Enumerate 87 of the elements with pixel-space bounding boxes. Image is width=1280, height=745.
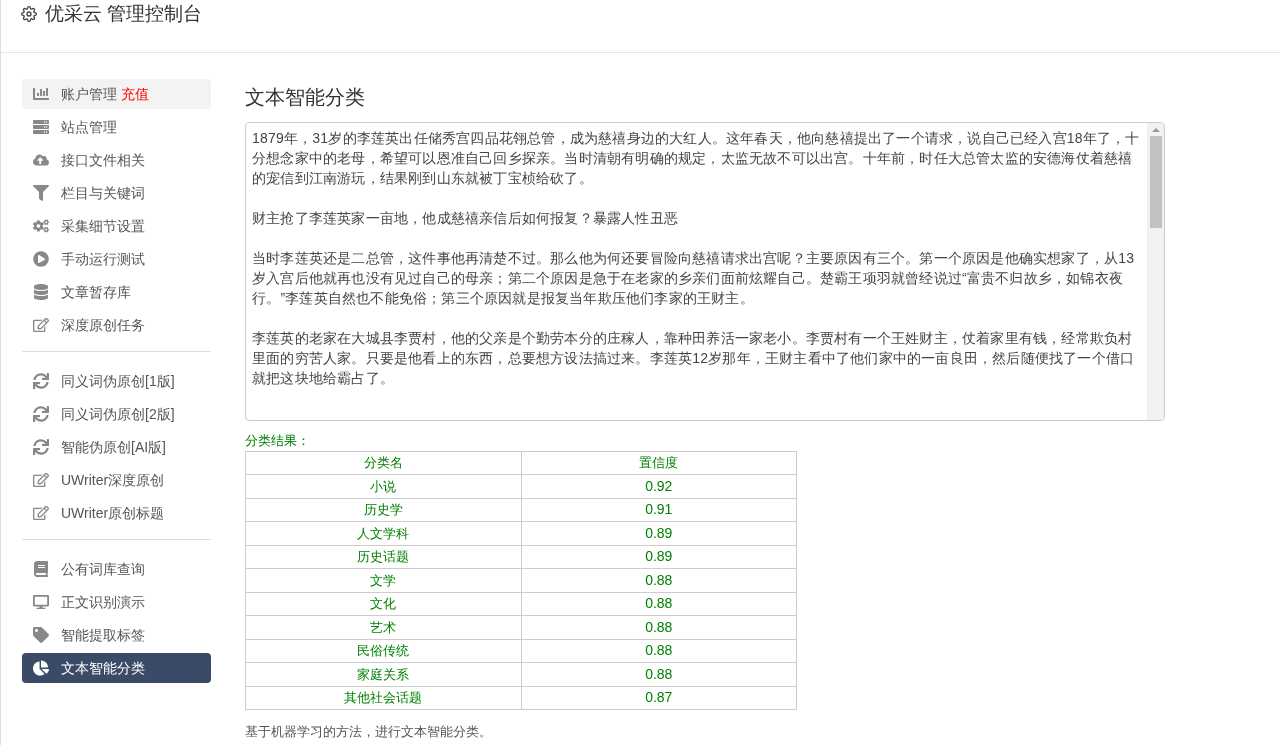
table-cell: 其他社会话题 xyxy=(245,686,521,710)
table-cell: 0.89 xyxy=(521,545,797,569)
sidebar-item-label: UWriter深度原创 xyxy=(61,470,165,490)
settings-icon xyxy=(21,6,37,22)
article-paragraph: 财主抢了李莲英家一亩地，他成慈禧亲信后如何报复？暴露人性丑恶 xyxy=(252,209,679,228)
column-header: 分类名 xyxy=(245,451,521,475)
table-cell: 历史学 xyxy=(245,498,521,522)
pie-chart-icon xyxy=(33,660,49,676)
description-text: 基于机器学习的方法，进行文本智能分类。 xyxy=(245,723,493,741)
sidebar-item[interactable]: 智能提取标签 xyxy=(22,620,211,650)
sidebar-item[interactable]: 同义词伪原创[1版] xyxy=(22,366,211,396)
sidebar-item[interactable]: 站点管理 xyxy=(22,112,211,142)
filter-icon xyxy=(33,185,49,201)
scrollbar-thumb[interactable] xyxy=(1149,136,1162,228)
table-cell: 0.88 xyxy=(521,662,797,686)
sidebar-item-label: 采集细节设置 xyxy=(61,216,145,236)
page-title: 文本智能分类 xyxy=(245,85,366,110)
text-area[interactable] xyxy=(245,122,1165,421)
sidebar-item[interactable]: 手动运行测试 xyxy=(22,244,211,274)
scrollbar[interactable] xyxy=(1147,123,1164,420)
sidebar-item-label: 智能提取标签 xyxy=(61,625,145,645)
refresh-icon xyxy=(33,373,49,389)
sidebar-item-label: 账户管理 xyxy=(61,84,117,104)
app-title: 优采云 管理控制台 xyxy=(45,3,203,25)
refresh-icon xyxy=(33,439,49,455)
table-cell: 小说 xyxy=(245,474,521,498)
sidebar-item-label: 文本智能分类 xyxy=(61,658,145,678)
sidebar-item-label: 同义词伪原创[1版] xyxy=(61,371,175,391)
sidebar-item-label: UWriter原创标题 xyxy=(61,503,165,523)
server-icon xyxy=(33,119,49,135)
sidebar-item[interactable]: 同义词伪原创[2版] xyxy=(22,399,211,429)
tag-icon xyxy=(33,627,49,643)
sidebar-item-label: 文章暂存库 xyxy=(61,282,131,302)
sidebar-item-label: 正文识别演示 xyxy=(61,592,145,612)
table-cell: 0.87 xyxy=(521,686,797,710)
sidebar-item[interactable]: UWriter深度原创 xyxy=(22,465,211,495)
result-label: 分类结果： xyxy=(245,432,311,450)
table-cell: 0.89 xyxy=(521,521,797,545)
table-cell: 0.88 xyxy=(521,615,797,639)
recharge-link[interactable]: 充值 xyxy=(121,83,149,105)
sidebar-item-label: 接口文件相关 xyxy=(61,150,145,170)
edit-icon xyxy=(33,505,49,521)
book-icon xyxy=(33,561,49,577)
table-cell: 0.88 xyxy=(521,568,797,592)
sidebar-item-label: 智能伪原创[AI版] xyxy=(61,437,166,457)
table-cell: 0.88 xyxy=(521,639,797,663)
sidebar-item[interactable]: 公有词库查询 xyxy=(22,554,211,584)
sidebar-item-label: 同义词伪原创[2版] xyxy=(61,404,175,424)
edit-icon xyxy=(33,472,49,488)
sidebar-item[interactable]: 智能伪原创[AI版] xyxy=(22,432,211,462)
sidebar-item[interactable]: 接口文件相关 xyxy=(22,145,211,175)
play-icon xyxy=(33,251,49,267)
table-cell: 文化 xyxy=(245,592,521,616)
sidebar-item-label: 手动运行测试 xyxy=(61,249,145,269)
sidebar-item[interactable]: 栏目与关键词 xyxy=(22,178,211,208)
table-cell: 民俗传统 xyxy=(245,639,521,663)
table-cell: 历史话题 xyxy=(245,545,521,569)
table-cell: 0.88 xyxy=(521,592,797,616)
gears-icon xyxy=(33,218,49,234)
column-header: 置信度 xyxy=(521,451,797,475)
database-icon xyxy=(33,284,49,300)
table-cell: 家庭关系 xyxy=(245,662,521,686)
sidebar-item[interactable]: 采集细节设置 xyxy=(22,211,211,241)
sidebar-item[interactable]: 文章暂存库 xyxy=(22,277,211,307)
table-cell: 0.92 xyxy=(521,474,797,498)
refresh-icon xyxy=(33,406,49,422)
table-cell: 0.91 xyxy=(521,498,797,522)
bar-chart-icon xyxy=(33,86,49,102)
article-paragraph: 当时李莲英还是二总管，这件事他再清楚不过。那么他为何还要冒险向慈禧请求出宫呢？主要原因有三个。第一个原因是他确实想家了，从13岁入宫后他就再也没有见过自己的母亲；第二个原因是急于在老家的乡亲们面前炫耀自己。楚霸王项羽就曾经说过“富贵不归故乡，如锦衣夜行。”李莲英自然也不能免俗；第三个原因就是报复当年欺压他们李家的王财主。 xyxy=(252,249,1136,308)
sidebar-item[interactable]: 正文识别演示 xyxy=(22,587,211,617)
sidebar-item-label: 公有词库查询 xyxy=(61,559,145,579)
sidebar-item[interactable]: 账户管理 充值 xyxy=(22,79,211,109)
sidebar-item[interactable]: UWriter原创标题 xyxy=(22,498,211,528)
sidebar-item-label: 站点管理 xyxy=(61,117,117,137)
edit-icon xyxy=(33,317,49,333)
sidebar-item[interactable]: 文本智能分类 xyxy=(22,653,211,683)
monitor-icon xyxy=(33,594,49,610)
table-cell: 人文学科 xyxy=(245,521,521,545)
scroll-up-arrow-icon[interactable] xyxy=(1151,128,1160,132)
article-paragraph: 1879年，31岁的李莲英出任储秀宫四品花翎总管，成为慈禧身边的大红人。这年春天，他向慈禧提出了一个请求，说自己已经入宫18年了，十分想念家中的老母，希望可以恩准自己回乡探亲。当时清朝有明确的规定，太监无故不可以出宫。十年前，时任大总管太监的安德海仗着慈禧的宠信到江南游玩，结果刚到山东就被丁宝桢给砍了。 xyxy=(252,129,1141,188)
sidebar-item-label: 栏目与关键词 xyxy=(61,183,145,203)
article-paragraph: 李莲英的老家在大城县李贾村，他的父亲是个勤劳本分的庄稼人，靠种田养活一家老小。李贾村有一个王姓财主，仗着家里有钱，经常欺负村里面的穷苦人家。只要是他看上的东西，总要想方设法搞过来。李莲英12岁那年，王财主看中了他们家中的一亩良田，然后随便找了一个借口就把这块地给霸占了。 xyxy=(252,329,1136,388)
cloud-upload-icon xyxy=(33,152,49,168)
sidebar-item-label: 深度原创任务 xyxy=(61,315,145,335)
table-cell: 艺术 xyxy=(245,615,521,639)
sidebar-item[interactable]: 深度原创任务 xyxy=(22,310,211,340)
table-cell: 文学 xyxy=(245,568,521,592)
